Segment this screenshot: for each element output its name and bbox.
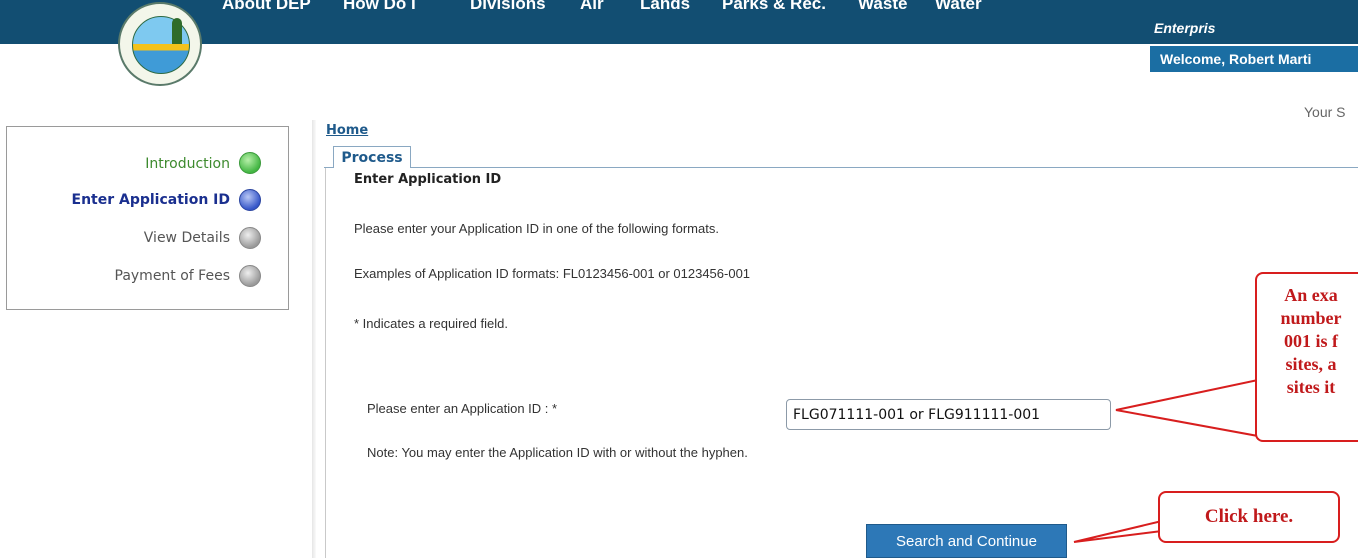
tab-process[interactable]: Process — [333, 146, 411, 168]
application-id-input[interactable] — [786, 399, 1111, 430]
breadcrumb-home-link[interactable]: Home — [326, 123, 368, 138]
step-enter-application-id[interactable]: Enter Application ID — [72, 192, 231, 208]
nav-item-about[interactable]: About DEP — [222, 0, 311, 14]
example-callout: An exa number 001 is f sites, a sites it — [1255, 272, 1358, 442]
nav-item-air[interactable]: Air — [580, 0, 604, 14]
check-circle-icon — [239, 152, 261, 174]
step-payment-of-fees: Payment of Fees — [114, 268, 231, 284]
callout-line: An exa — [1284, 285, 1338, 305]
blue-dot-icon — [239, 189, 261, 211]
required-field-note: * Indicates a required field. — [354, 316, 508, 331]
step-view-details: View Details — [143, 230, 230, 246]
callout-line: sites, a — [1285, 354, 1337, 374]
form-title: Enter Application ID — [354, 172, 502, 187]
callout-line: sites it — [1286, 377, 1336, 397]
callout-line: number — [1280, 308, 1342, 328]
format-examples: Examples of Application ID formats: FL01… — [354, 266, 751, 281]
logo-tree-icon — [172, 18, 182, 44]
application-id-label: Please enter an Application ID : * — [367, 401, 558, 416]
session-info-text: Your S — [1304, 104, 1346, 120]
hyphen-note: Note: You may enter the Application ID w… — [367, 445, 748, 460]
step-introduction[interactable]: Introduction — [145, 156, 230, 172]
nav-item-parks-rec[interactable]: Parks & Rec. — [722, 0, 826, 14]
enterprise-label: Enterpris — [1154, 20, 1216, 36]
form-instructions: Please enter your Application ID in one … — [354, 221, 719, 236]
nav-item-how-do-i[interactable]: How Do I — [343, 0, 416, 14]
nav-item-waste[interactable]: Waste — [858, 0, 907, 14]
nav-item-water[interactable]: Water — [935, 0, 982, 14]
search-and-continue-button[interactable]: Search and Continue — [866, 524, 1067, 558]
welcome-banner: Welcome, Robert Marti — [1150, 46, 1358, 72]
nav-item-divisions[interactable]: Divisions — [470, 0, 546, 14]
column-divider — [312, 120, 316, 558]
process-steps-sidebar: Introduction Enter Application ID View D… — [6, 126, 289, 310]
agency-logo[interactable] — [118, 2, 202, 86]
gray-dot-icon — [239, 227, 261, 249]
top-navigation-bar: About DEP How Do I Divisions Air Lands P… — [0, 0, 1358, 44]
nav-item-lands[interactable]: Lands — [640, 0, 690, 14]
click-here-callout: Click here. — [1158, 491, 1340, 543]
callout-line: 001 is f — [1284, 331, 1338, 351]
gray-dot-icon — [239, 265, 261, 287]
